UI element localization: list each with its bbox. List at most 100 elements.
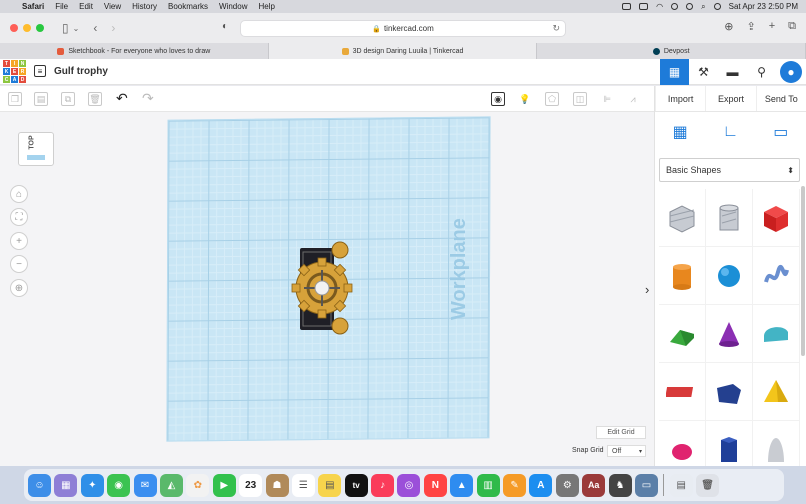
- share-icon[interactable]: ⇪: [746, 20, 755, 33]
- finder-icon[interactable]: ☺: [28, 473, 51, 497]
- shape-note-icon[interactable]: ⬠: [545, 92, 559, 106]
- menu-help[interactable]: Help: [258, 2, 274, 11]
- tab-devpost[interactable]: Devpost: [537, 43, 806, 59]
- menu-bookmarks[interactable]: Bookmarks: [168, 2, 208, 11]
- redo-icon[interactable]: ↷: [142, 90, 154, 107]
- shape-cylinder[interactable]: [659, 247, 706, 305]
- app-store-icon[interactable]: A: [529, 473, 553, 497]
- sidebar-toggle-icon[interactable]: ▯: [62, 21, 69, 35]
- shapes-scrollbar[interactable]: [801, 186, 805, 456]
- preview-icon[interactable]: ▭: [634, 473, 658, 497]
- zoom-out-icon[interactable]: −: [10, 255, 28, 273]
- shape-scribble[interactable]: [753, 247, 800, 305]
- snap-grid-select[interactable]: Off ▾: [607, 445, 646, 457]
- music-icon[interactable]: ♪: [371, 473, 395, 497]
- numbers-icon[interactable]: ▥: [476, 473, 500, 497]
- copy-icon[interactable]: ❐: [8, 92, 22, 106]
- photos-icon[interactable]: ✿: [186, 473, 210, 497]
- privacy-shield-icon[interactable]: ◐: [222, 21, 228, 32]
- zoom-window-button[interactable]: [36, 24, 44, 32]
- shape-cylinder-hole[interactable]: [706, 189, 753, 247]
- control-center-icon[interactable]: [686, 3, 694, 10]
- ruler-icon[interactable]: ∟: [718, 120, 742, 144]
- user-avatar-icon[interactable]: ●: [780, 61, 802, 83]
- keynote-icon[interactable]: ▲: [450, 473, 474, 497]
- shapes-scrollbar-thumb[interactable]: [801, 186, 805, 356]
- calendar-icon[interactable]: 23: [239, 473, 263, 497]
- menu-view[interactable]: View: [104, 2, 121, 11]
- import-button[interactable]: Import: [655, 86, 705, 111]
- menu-file[interactable]: File: [55, 2, 68, 11]
- forward-icon[interactable]: ›: [111, 21, 115, 35]
- zoom-in-icon[interactable]: +: [10, 232, 28, 250]
- clock-text[interactable]: Sat Apr 23 2:50 PM: [729, 2, 798, 11]
- design-canvas[interactable]: TOP ⌂ ⛶ + − ⊕ Workplane › Edit Grid Snap…: [0, 112, 654, 466]
- view-cube[interactable]: TOP: [18, 132, 54, 166]
- shape-box[interactable]: [753, 189, 800, 247]
- safari-icon[interactable]: ✦: [80, 473, 104, 497]
- trophy-model[interactable]: [288, 240, 360, 336]
- battery-icon[interactable]: [639, 3, 649, 10]
- screen-mirror-icon[interactable]: [622, 3, 632, 10]
- shape-text[interactable]: [659, 363, 706, 421]
- delete-icon[interactable]: 🗑: [88, 92, 102, 106]
- shape-round-roof[interactable]: [753, 305, 800, 363]
- mail-icon[interactable]: ✉: [133, 473, 157, 497]
- messages-icon[interactable]: ◉: [107, 473, 131, 497]
- chevron-down-icon[interactable]: ⌄: [73, 24, 80, 33]
- address-bar[interactable]: 🔒 tinkercad.com ↻: [240, 20, 566, 37]
- tinkercad-logo[interactable]: T I N K E R C A D: [3, 60, 26, 83]
- contacts-icon[interactable]: ☗: [265, 473, 289, 497]
- app-menu[interactable]: Safari: [22, 2, 44, 11]
- lessons-briefcase-icon[interactable]: ▬: [718, 59, 747, 85]
- shape-cone[interactable]: [706, 305, 753, 363]
- paste-icon[interactable]: ▤: [34, 92, 48, 106]
- appletv-icon[interactable]: tv: [344, 473, 368, 497]
- blocks-tools-icon[interactable]: ⚒: [689, 59, 718, 85]
- perspective-icon[interactable]: ⊕: [10, 279, 28, 297]
- shape-polygon[interactable]: [706, 363, 753, 421]
- wifi-icon[interactable]: ◠: [656, 2, 663, 11]
- system-preferences-icon[interactable]: ⚙: [555, 473, 579, 497]
- send-to-button[interactable]: Send To: [755, 86, 806, 111]
- facetime-icon[interactable]: ▶: [212, 473, 236, 497]
- tab-overview-icon[interactable]: ⧉: [788, 20, 796, 33]
- maps-icon[interactable]: ◭: [159, 473, 183, 497]
- light-bulb-icon[interactable]: 💡: [518, 92, 532, 106]
- export-button[interactable]: Export: [705, 86, 755, 111]
- workplane-tool-icon[interactable]: ▦: [668, 120, 692, 144]
- panel-collapse-chevron-icon[interactable]: ›: [645, 282, 649, 297]
- pages-icon[interactable]: ✎: [503, 473, 527, 497]
- new-tab-icon[interactable]: +: [769, 20, 775, 33]
- search-icon[interactable]: ⌕: [701, 2, 705, 12]
- camera-view-icon[interactable]: ◉: [491, 92, 505, 106]
- note-icon[interactable]: ▭: [769, 120, 793, 144]
- minimize-window-button[interactable]: [23, 24, 31, 32]
- 3d-design-grid-icon[interactable]: ▦: [660, 59, 689, 85]
- podcasts-icon[interactable]: ◎: [397, 473, 421, 497]
- design-title[interactable]: Gulf trophy: [54, 66, 108, 77]
- duplicate-icon[interactable]: ⧉: [61, 92, 75, 106]
- reminders-icon[interactable]: ☰: [291, 473, 315, 497]
- menu-history[interactable]: History: [132, 2, 157, 11]
- dictionary-icon[interactable]: Aa: [582, 473, 606, 497]
- news-icon[interactable]: N: [423, 473, 447, 497]
- download-icon[interactable]: ⊕: [724, 20, 733, 33]
- back-icon[interactable]: ‹: [93, 21, 97, 35]
- tab-tinkercad[interactable]: 3D design Daring Luuila | Tinkercad: [268, 43, 538, 59]
- siri-icon[interactable]: [713, 3, 721, 10]
- group-icon[interactable]: ◫: [573, 92, 587, 106]
- undo-icon[interactable]: ↶: [116, 90, 128, 107]
- menu-window[interactable]: Window: [219, 2, 247, 11]
- shape-roof[interactable]: [659, 305, 706, 363]
- add-user-icon[interactable]: ⚲: [747, 59, 776, 85]
- notes-icon[interactable]: ▤: [318, 473, 342, 497]
- user-icon[interactable]: [671, 3, 679, 10]
- design-menu-icon[interactable]: ≡: [34, 65, 46, 77]
- mirror-icon[interactable]: ⩘: [626, 92, 640, 106]
- menu-edit[interactable]: Edit: [79, 2, 93, 11]
- edit-grid-button[interactable]: Edit Grid: [596, 426, 646, 439]
- chess-icon[interactable]: ♞: [608, 473, 632, 497]
- fit-view-icon[interactable]: ⛶: [10, 208, 28, 226]
- close-window-button[interactable]: [10, 24, 18, 32]
